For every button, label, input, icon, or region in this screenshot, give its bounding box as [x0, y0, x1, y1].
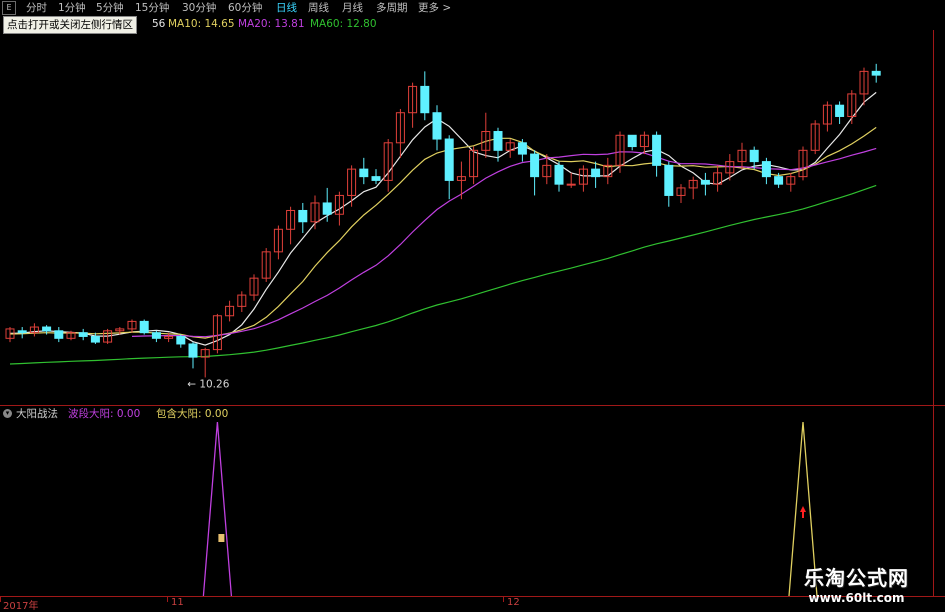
candle-down: [371, 176, 381, 181]
period-toolbar: E 分时 1分钟 5分钟 15分钟 30分钟 60分钟 日线 周线 月线 多周期…: [0, 0, 945, 16]
candle-down: [444, 138, 454, 181]
indicator-spike-1: [202, 421, 233, 596]
watermark-url: www.60lt.com: [808, 591, 905, 605]
ma60-value: MA60: 12.80: [310, 18, 377, 30]
candle-down: [42, 326, 52, 332]
ma5-value: 56: [152, 18, 166, 30]
tab-1min[interactable]: 1分钟: [58, 2, 86, 14]
candle-down: [761, 161, 771, 178]
date-label-11: 11: [171, 597, 184, 608]
ma20-value: MA20: 13.81: [238, 18, 305, 30]
candle-down: [774, 176, 784, 185]
candle-down: [322, 202, 332, 215]
ma10-value: MA10: 14.65: [168, 18, 235, 30]
tab-monthly[interactable]: 月线: [342, 2, 363, 14]
tab-more[interactable]: 更多 >: [418, 2, 451, 14]
candle-down: [627, 134, 637, 148]
tab-5min[interactable]: 5分钟: [96, 2, 124, 14]
candle-down: [591, 168, 601, 178]
candle-down: [493, 131, 503, 151]
date-label-12: 12: [507, 597, 520, 608]
candle-down: [432, 112, 442, 140]
tab-multi-period[interactable]: 多周期: [376, 2, 408, 14]
candlestick-chart[interactable]: ← 10.26: [0, 30, 945, 406]
tab-daily[interactable]: 日线: [276, 2, 297, 14]
candle-down: [530, 153, 540, 178]
candle-down: [151, 332, 161, 339]
tab-60min[interactable]: 60分钟: [228, 2, 262, 14]
candle-down: [517, 142, 527, 155]
candle-down: [700, 179, 710, 185]
candle-down: [420, 85, 430, 114]
low-price-annotation: ← 10.26: [187, 378, 230, 390]
candle-down: [176, 335, 186, 345]
tab-fenshi[interactable]: 分时: [26, 2, 47, 14]
candle-down: [90, 335, 100, 343]
candle-down: [359, 168, 369, 178]
date-tick: [503, 597, 504, 602]
candle-up: [566, 183, 576, 186]
date-tick: [0, 597, 1, 602]
menu-icon[interactable]: E: [2, 1, 16, 15]
candle-down: [554, 164, 564, 185]
candle-down: [54, 330, 64, 339]
candle-down: [749, 149, 759, 163]
date-tick: [167, 597, 168, 602]
red-arrow-icon: [800, 506, 806, 518]
candle-down: [188, 343, 198, 358]
watermark-title: 乐淘公式网: [804, 566, 909, 590]
watermark: 乐淘公式网 www.60lt.com: [804, 562, 909, 605]
candle-down: [78, 332, 88, 337]
ma60-line: [9, 184, 877, 365]
candle-down: [871, 70, 881, 76]
tab-weekly[interactable]: 周线: [308, 2, 329, 14]
date-label-2017: 2017年: [3, 601, 39, 612]
candle-down: [139, 320, 149, 334]
candle-down: [835, 104, 845, 117]
tab-30min[interactable]: 30分钟: [182, 2, 216, 14]
ma5-line: [9, 91, 877, 346]
hand-cursor-icon: [218, 534, 225, 542]
candle-down: [17, 330, 27, 334]
tab-15min[interactable]: 15分钟: [135, 2, 169, 14]
candle-down: [652, 134, 662, 166]
candle-down: [298, 209, 308, 223]
candle-down: [664, 164, 674, 196]
